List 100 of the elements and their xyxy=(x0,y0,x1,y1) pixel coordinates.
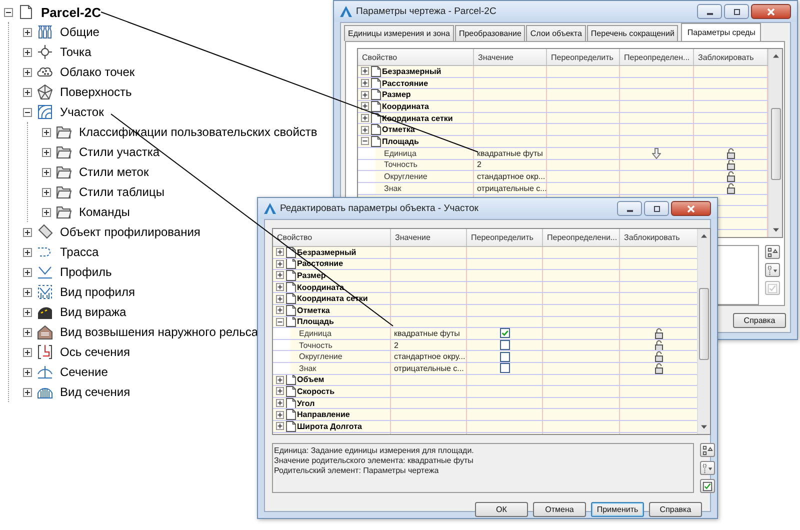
category-label[interactable]: Направление xyxy=(297,410,350,420)
tab[interactable]: Единицы измерения и зона xyxy=(344,25,454,41)
collapse-toggle[interactable] xyxy=(4,8,13,16)
category-label[interactable]: Безразмерный xyxy=(382,66,442,76)
category-label[interactable]: Отметка xyxy=(382,125,415,134)
checkbox[interactable] xyxy=(500,352,510,362)
open-lock-icon[interactable] xyxy=(654,351,662,362)
open-lock-icon[interactable] xyxy=(654,362,662,374)
property-value[interactable]: отрицательные с... xyxy=(391,364,464,373)
collapse-toggle[interactable] xyxy=(276,318,284,326)
tree-item[interactable]: Точка xyxy=(60,45,92,59)
tab[interactable]: Параметры среды xyxy=(681,23,762,41)
category-label[interactable]: Объем xyxy=(297,375,324,384)
tab[interactable]: Перечень сокращений xyxy=(586,25,678,41)
tree-item[interactable]: Вид сечения xyxy=(60,385,130,399)
expand-toggle[interactable] xyxy=(42,148,51,156)
tree-item[interactable]: Объект профилирования xyxy=(60,225,200,239)
tree-item[interactable]: Parcel-2C xyxy=(41,4,101,20)
expand-toggle[interactable] xyxy=(23,68,32,76)
tree-item[interactable]: Облако точек xyxy=(60,65,135,79)
category-label[interactable]: Размер xyxy=(382,90,411,100)
open-lock-icon[interactable] xyxy=(726,148,734,158)
checkbox[interactable] xyxy=(500,340,510,350)
maximize-button[interactable] xyxy=(724,4,749,19)
dialog-button[interactable]: Отмена xyxy=(533,502,586,517)
dialog-button[interactable]: Применить xyxy=(591,502,644,517)
maximize-button[interactable] xyxy=(644,201,669,216)
property-value[interactable]: стандартное окр... xyxy=(474,172,546,182)
minimize-button[interactable] xyxy=(617,201,642,216)
tree-item[interactable]: Вид виража xyxy=(60,305,126,319)
category-label[interactable]: Расстояние xyxy=(382,78,428,88)
checkbox[interactable] xyxy=(500,328,510,338)
expand-toggle[interactable] xyxy=(276,376,284,384)
tab[interactable]: Преобразование xyxy=(454,25,526,41)
expand-toggle[interactable] xyxy=(23,28,32,36)
apply-check-button[interactable] xyxy=(765,281,780,295)
expand-toggle[interactable] xyxy=(42,208,51,216)
column-header[interactable]: Переопределен... xyxy=(620,49,694,65)
category-label[interactable]: Отметка xyxy=(297,306,330,315)
expand-toggle[interactable] xyxy=(23,88,32,96)
tree-item[interactable]: Вид возвышения наружного рельса xyxy=(60,325,258,339)
dialog-button[interactable]: Справка xyxy=(649,502,702,517)
property-value[interactable]: квадратные футы xyxy=(391,328,460,338)
open-lock-icon[interactable] xyxy=(726,182,734,194)
tree-item[interactable]: Трасса xyxy=(60,245,99,259)
open-lock-icon[interactable] xyxy=(654,340,662,350)
open-lock-icon[interactable] xyxy=(726,171,734,182)
expand-toggle[interactable] xyxy=(361,79,369,88)
expand-toggle[interactable] xyxy=(276,399,284,408)
expand-toggle[interactable] xyxy=(23,388,32,396)
expand-toggle[interactable] xyxy=(276,283,284,292)
scroll-up-icon[interactable] xyxy=(772,54,778,58)
expand-toggle[interactable] xyxy=(23,268,32,276)
tree-item[interactable]: Стили таблицы xyxy=(79,185,164,199)
minimize-button[interactable] xyxy=(697,4,722,19)
open-lock-icon[interactable] xyxy=(654,328,662,339)
category-label[interactable]: Площадь xyxy=(382,136,419,146)
scroll-down-icon[interactable] xyxy=(772,228,778,232)
tree-item[interactable]: Общие xyxy=(60,25,100,39)
tree-item[interactable]: Профиль xyxy=(60,265,112,279)
category-label[interactable]: Размер xyxy=(297,270,326,280)
column-header[interactable]: Переопределить xyxy=(547,49,620,65)
property-value[interactable]: 2 xyxy=(474,160,482,170)
expand-toggle[interactable] xyxy=(42,128,51,136)
expand-toggle[interactable] xyxy=(23,328,32,336)
help-button[interactable]: Справка xyxy=(733,313,786,328)
category-label[interactable]: Координата xyxy=(382,102,429,111)
open-lock-icon[interactable] xyxy=(726,160,734,170)
expand-toggle[interactable] xyxy=(361,67,369,76)
column-header[interactable]: Значение xyxy=(391,229,467,246)
expand-toggle[interactable] xyxy=(276,271,284,280)
expand-toggle[interactable] xyxy=(361,114,369,122)
expand-toggle[interactable] xyxy=(23,48,32,56)
expand-toggle[interactable] xyxy=(42,188,51,196)
expand-toggle[interactable] xyxy=(361,126,369,134)
expand-toggle[interactable] xyxy=(42,168,51,176)
expand-all-button[interactable] xyxy=(765,245,780,259)
expand-toggle[interactable] xyxy=(276,306,284,314)
tree-item[interactable]: Стили меток xyxy=(79,165,149,179)
property-value[interactable]: стандартное окру... xyxy=(391,352,466,362)
scroll-up-icon[interactable] xyxy=(701,234,707,238)
category-label[interactable]: Безразмерный xyxy=(297,248,356,257)
expand-toggle[interactable] xyxy=(23,368,32,376)
scroll-thumb[interactable] xyxy=(699,288,709,360)
column-header[interactable]: Значение xyxy=(474,49,547,65)
category-label[interactable]: Площадь xyxy=(297,317,334,326)
tree-item[interactable]: Ось сечения xyxy=(60,345,130,359)
property-value[interactable]: квадратные футы xyxy=(474,148,543,158)
column-header[interactable]: Свойство xyxy=(358,49,474,65)
expand-toggle[interactable] xyxy=(23,348,32,356)
scrollbar[interactable] xyxy=(768,49,782,237)
tree-item[interactable]: Сечение xyxy=(60,365,108,379)
scroll-down-icon[interactable] xyxy=(701,425,707,429)
expand-toggle[interactable] xyxy=(23,288,32,296)
expand-toggle[interactable] xyxy=(23,308,32,316)
tree-item[interactable]: Поверхность xyxy=(60,85,132,99)
collapse-all-button[interactable] xyxy=(700,461,715,475)
property-value[interactable]: 2 xyxy=(391,340,398,350)
collapse-toggle[interactable] xyxy=(361,137,369,146)
tree-item[interactable]: Стили участка xyxy=(79,145,160,159)
